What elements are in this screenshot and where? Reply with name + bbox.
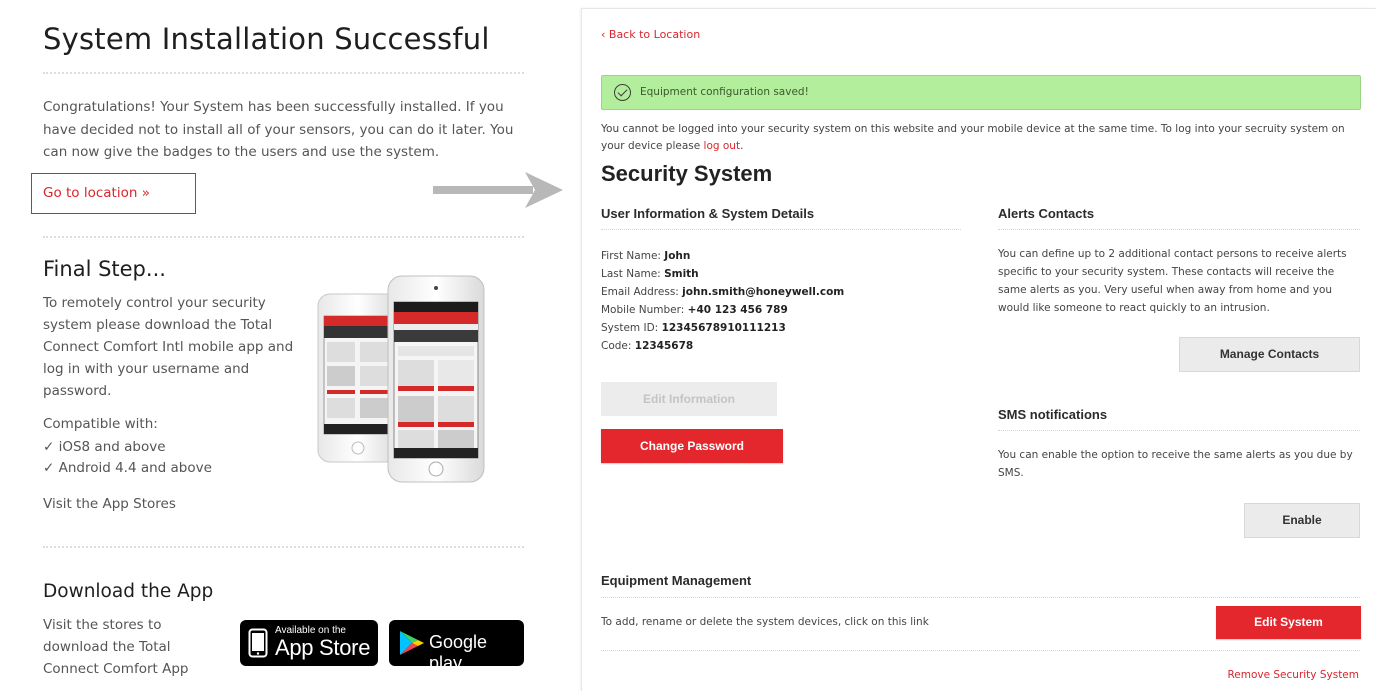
alert-message: Equipment configuration saved! xyxy=(640,86,809,98)
app-store-badge[interactable]: Available on the App Store xyxy=(240,620,378,666)
final-step-heading: Final Step... xyxy=(43,257,166,281)
text-line: system please download the Total xyxy=(43,317,273,333)
compatible-label: Compatible with: xyxy=(43,416,158,432)
text-line: Connect Comfort App xyxy=(43,661,189,677)
compat-item-android: ✓ Android 4.4 and above xyxy=(43,460,212,476)
session-note: You cannot be logged into your security … xyxy=(601,121,1361,155)
compat-item-ios: ✓ iOS8 and above xyxy=(43,439,166,455)
user-info-heading: User Information & System Details xyxy=(601,206,815,221)
first-name-row: First Name: John xyxy=(601,250,691,262)
text-line: download the Total xyxy=(43,639,171,655)
alerts-description: You can define up to 2 additional contac… xyxy=(998,248,1347,314)
page-title: System Installation Successful xyxy=(43,22,490,56)
sms-notifications-heading: SMS notifications xyxy=(998,407,1108,422)
divider xyxy=(43,236,524,238)
email-row: Email Address: john.smith@honeywell.com xyxy=(601,286,845,298)
right-arrow-icon xyxy=(433,172,563,208)
back-to-location-link[interactable]: ‹ Back to Location xyxy=(601,28,700,41)
sms-description: You can enable the option to receive the… xyxy=(998,449,1353,479)
change-password-button[interactable]: Change Password xyxy=(601,429,783,463)
text-line: Visit the stores to xyxy=(43,617,162,633)
mobile-row: Mobile Number: +40 123 456 789 xyxy=(601,304,788,316)
user-details: First Name: John Last Name: Smith Email … xyxy=(601,247,844,355)
divider xyxy=(601,650,1360,651)
success-alert: Equipment configuration saved! xyxy=(601,75,1361,110)
equipment-management-heading: Equipment Management xyxy=(601,573,752,588)
log-out-link[interactable]: log out xyxy=(704,140,741,152)
divider xyxy=(43,72,524,74)
edit-information-button[interactable]: Edit Information xyxy=(601,382,777,416)
intro-line: Congratulations! Your System has been su… xyxy=(43,99,504,115)
divider xyxy=(998,430,1360,431)
text-line: Connect Comfort Intl mobile app and xyxy=(43,339,294,355)
google-play-badge[interactable]: Google play xyxy=(389,620,524,673)
download-app-heading: Download the App xyxy=(43,581,214,602)
visit-app-stores-text: Visit the App Stores xyxy=(43,496,176,512)
edit-system-button[interactable]: Edit System xyxy=(1216,606,1361,639)
system-id-row: System ID: 12345678910111213 xyxy=(601,322,786,334)
check-circle-icon xyxy=(614,84,631,101)
alerts-contacts-heading: Alerts Contacts xyxy=(998,206,1095,221)
note-text: . xyxy=(740,140,744,152)
go-to-location-link[interactable]: Go to location » xyxy=(43,185,150,201)
phone-icon xyxy=(248,628,268,658)
mobile-app-phones-image xyxy=(317,275,485,483)
note-text: your device please xyxy=(601,140,704,152)
google-play-text: Google play xyxy=(429,632,488,673)
intro-paragraph: Congratulations! Your System has been su… xyxy=(43,96,513,164)
app-store-text: App Store xyxy=(275,635,371,660)
intro-line: can now give the badges to the users and… xyxy=(43,144,440,160)
text-line: To remotely control your security xyxy=(43,295,266,311)
divider xyxy=(998,229,1360,230)
enable-sms-button[interactable]: Enable xyxy=(1244,503,1360,538)
google-play-icon xyxy=(400,631,424,655)
manage-contacts-button[interactable]: Manage Contacts xyxy=(1179,337,1360,372)
divider xyxy=(43,546,524,548)
divider xyxy=(601,597,1360,598)
final-step-text: To remotely control your security system… xyxy=(43,292,293,402)
intro-line: have decided not to install all of your … xyxy=(43,121,514,138)
security-system-page: ‹ Back to Location Equipment configurati… xyxy=(581,8,1376,691)
code-row: Code: 12345678 xyxy=(601,340,694,352)
last-name-row: Last Name: Smith xyxy=(601,268,699,280)
note-text: You cannot be logged into your security … xyxy=(601,123,1345,135)
install-success-panel: System Installation Successful Congratul… xyxy=(0,0,560,691)
download-text: Visit the stores to download the Total C… xyxy=(43,614,188,680)
remove-security-system-link[interactable]: Remove Security System xyxy=(1227,669,1359,681)
divider xyxy=(601,229,961,230)
equipment-description: To add, rename or delete the system devi… xyxy=(601,616,929,628)
text-line: log in with your username and xyxy=(43,361,250,377)
compat-list: ✓ iOS8 and above ✓ Android 4.4 and above xyxy=(43,437,212,479)
security-system-title: Security System xyxy=(601,161,773,186)
text-line: password. xyxy=(43,383,112,399)
